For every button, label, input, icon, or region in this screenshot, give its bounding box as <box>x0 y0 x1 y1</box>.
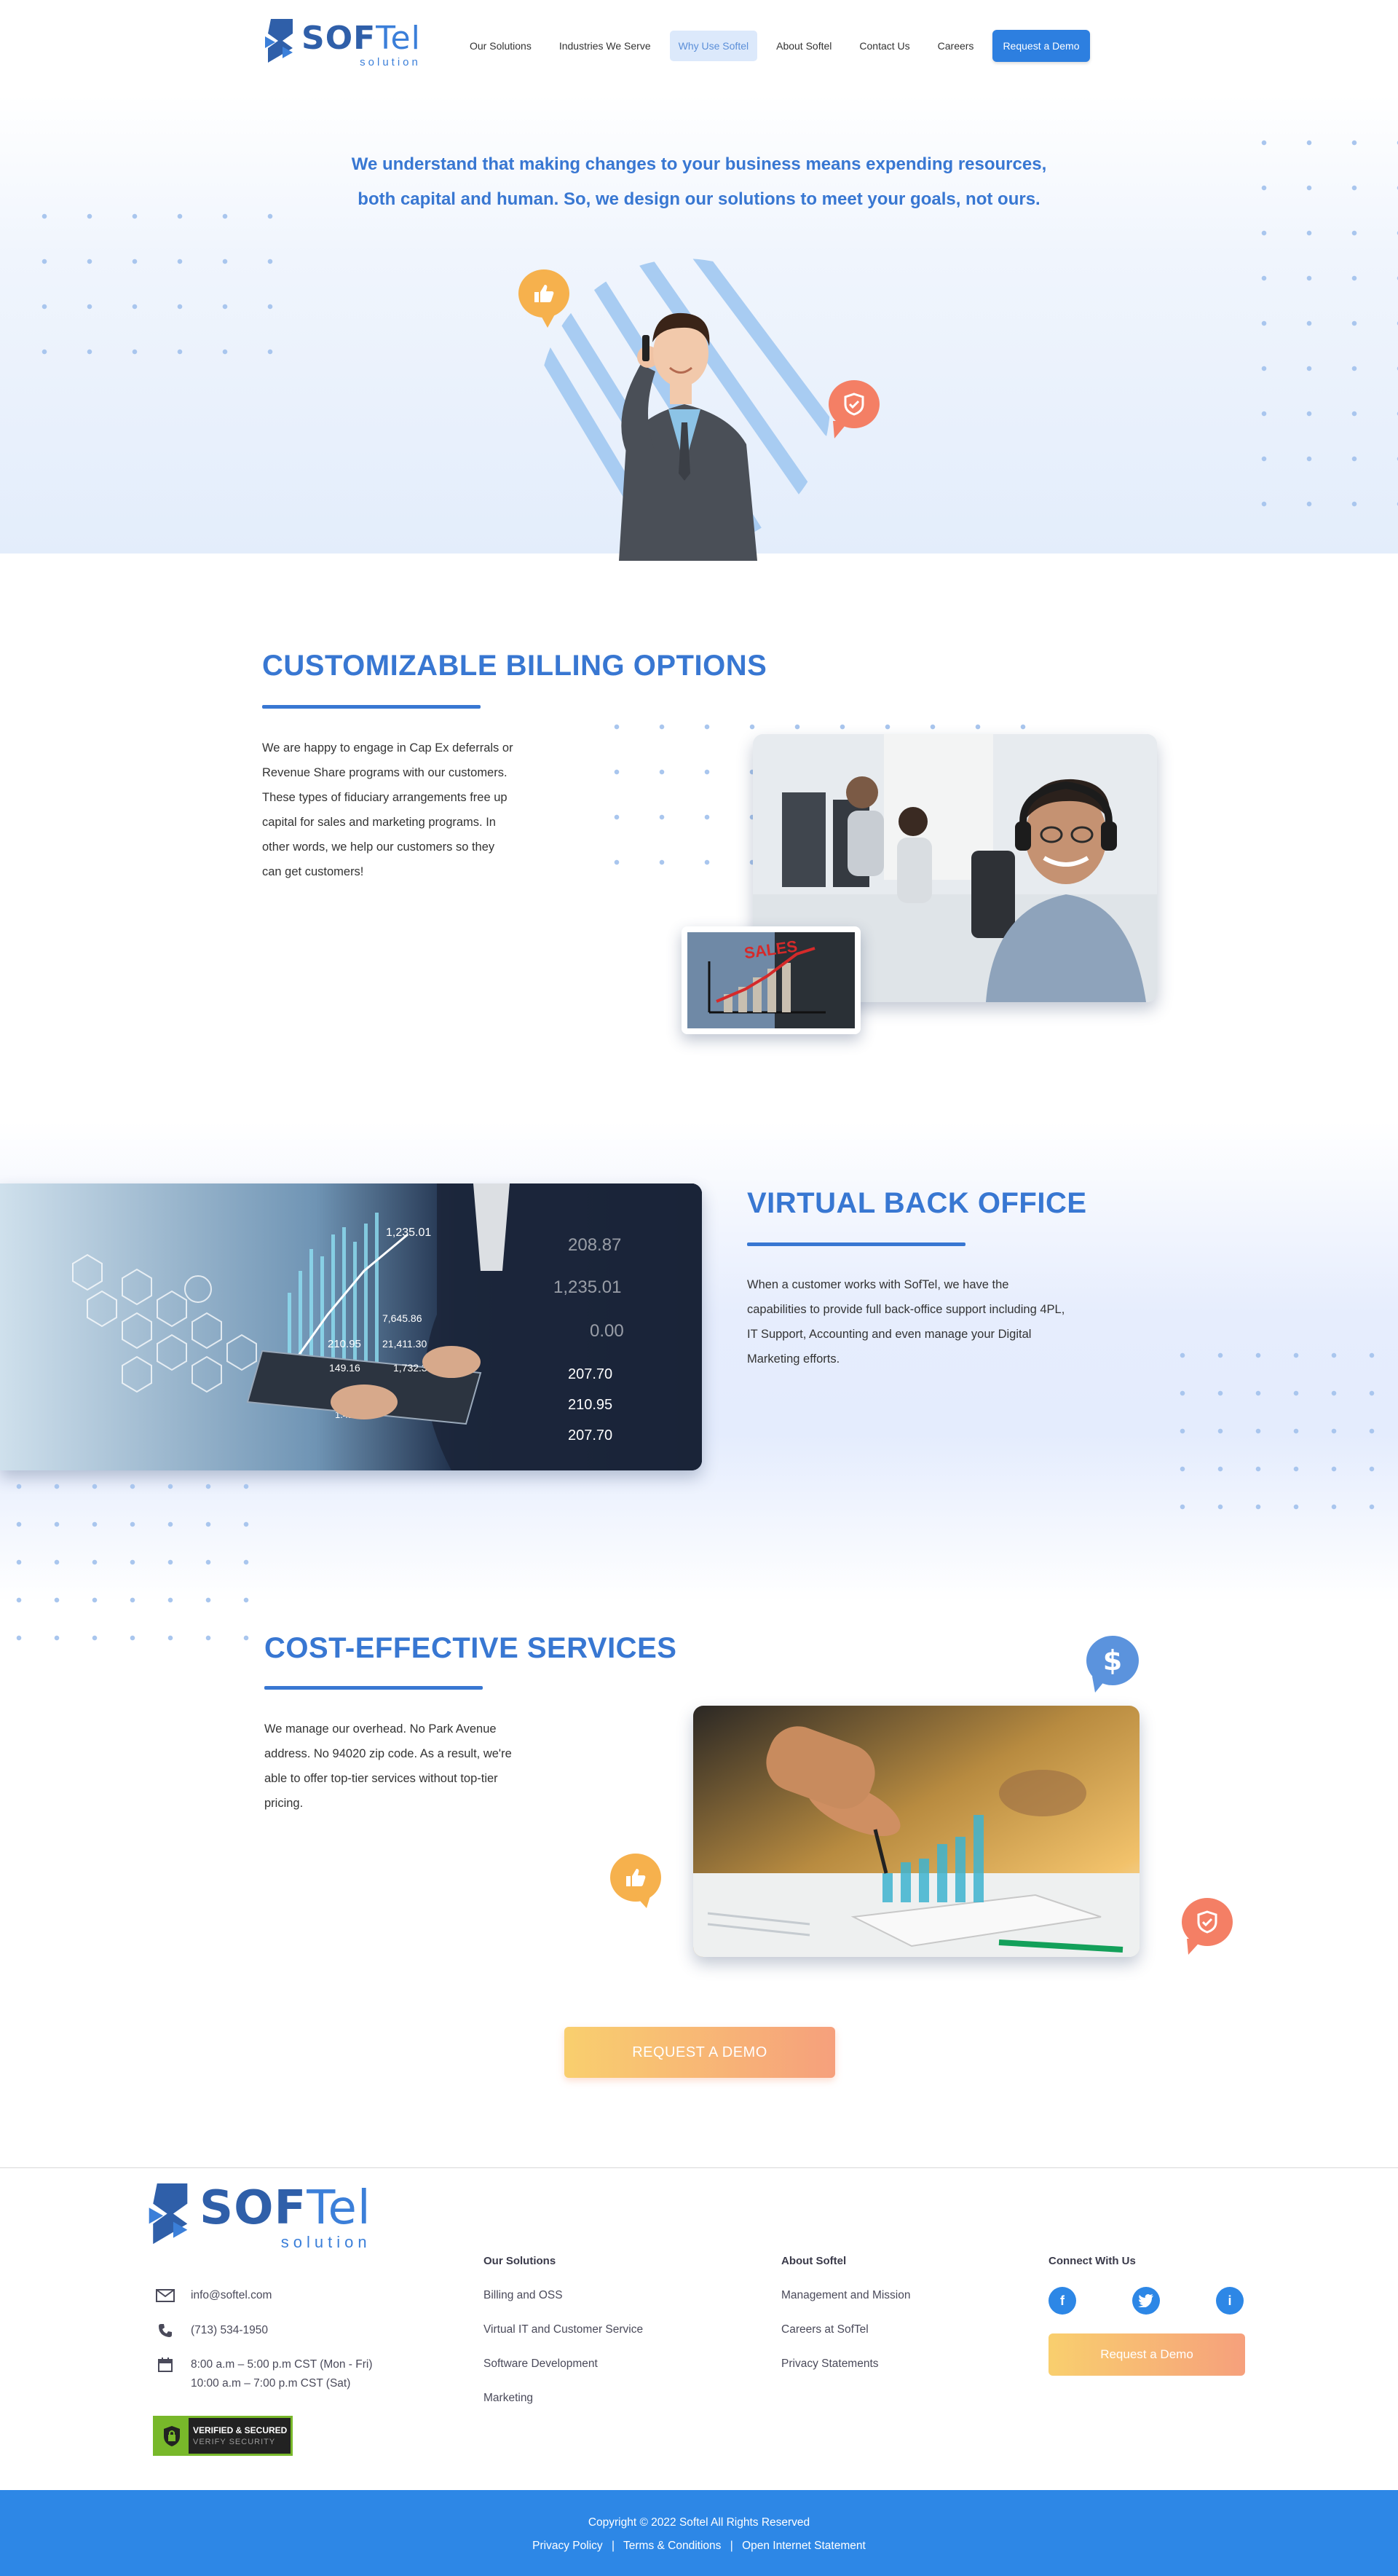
logo-mark-icon <box>149 2183 188 2245</box>
hero-line-2: both capital and human. So, we design ou… <box>358 189 1040 209</box>
footer-link-billing[interactable]: Billing and OSS <box>483 2289 563 2302</box>
phone-text[interactable]: (713) 534-1950 <box>191 2321 268 2340</box>
back-office-title: VIRTUAL BACK OFFICE <box>747 1187 1087 1219</box>
hero-line-1: We understand that making changes to you… <box>351 154 1047 174</box>
screen-number: 149.16 <box>329 1362 360 1374</box>
lock-shield-icon <box>155 2418 189 2454</box>
legal-separator: | <box>611 2540 615 2552</box>
site-header: SOFTel solution Our Solutions Industries… <box>0 0 1398 95</box>
screen-number: 1,235.01 <box>386 1226 431 1239</box>
secure-line-1: VERIFIED & SECURED <box>193 2425 288 2435</box>
logo-word-b: Tel <box>376 20 421 57</box>
main-nav: Our Solutions Industries We Serve Why Us… <box>461 30 1090 62</box>
privacy-policy-link[interactable]: Privacy Policy <box>532 2540 602 2552</box>
hero-dots-left <box>22 194 306 383</box>
request-demo-button[interactable]: REQUEST A DEMO <box>564 2027 835 2078</box>
screen-number: 210.95 <box>568 1397 612 1413</box>
screen-number: 207.70 <box>568 1427 612 1443</box>
contact-email[interactable]: info@softel.com <box>154 2286 272 2305</box>
secure-line-2: VERIFY SECURITY <box>193 2437 276 2446</box>
nav-contact-us[interactable]: Contact Us <box>850 31 918 61</box>
footer-link-marketing[interactable]: Marketing <box>483 2392 533 2405</box>
financial-growth-image <box>693 1706 1140 1957</box>
nav-about-softel[interactable]: About Softel <box>767 31 840 61</box>
footer-connect-title: Connect With Us <box>1048 2255 1136 2267</box>
footer-logo[interactable]: SOFTel solution <box>143 2183 371 2262</box>
screen-number: 210.95 <box>328 1338 361 1350</box>
footer-logo-word-a: SOF <box>200 2181 307 2235</box>
footer-logo-word-b: Tel <box>307 2181 371 2235</box>
logo-mark-icon <box>265 19 293 63</box>
hours-saturday: 10:00 a.m – 7:00 p.m CST (Sat) <box>191 2377 351 2390</box>
copyright-text: Copyright © 2022 Softel All Rights Reser… <box>588 2516 810 2529</box>
footer-link-privacy-statements[interactable]: Privacy Statements <box>781 2358 879 2371</box>
nav-industries[interactable]: Industries We Serve <box>550 31 660 61</box>
contact-phone[interactable]: (713) 534-1950 <box>154 2321 268 2340</box>
billing-underline <box>262 705 481 709</box>
screen-number: 208.87 <box>568 1235 621 1255</box>
billing-title: CUSTOMIZABLE BILLING OPTIONS <box>262 650 767 682</box>
back-office-dots-right <box>1164 1336 1398 1511</box>
request-demo-nav-button[interactable]: Request a Demo <box>992 30 1090 62</box>
cost-title: COST-EFFECTIVE SERVICES <box>264 1632 677 1664</box>
screen-number: 21,411.30 <box>382 1338 427 1350</box>
footer-solutions-title: Our Solutions <box>483 2255 556 2267</box>
nav-careers[interactable]: Careers <box>929 31 983 61</box>
screen-number: 7,645.86 <box>382 1312 422 1324</box>
open-internet-link[interactable]: Open Internet Statement <box>742 2540 866 2552</box>
copyright-bar: Copyright © 2022 Softel All Rights Reser… <box>0 2490 1398 2576</box>
terms-link[interactable]: Terms & Conditions <box>623 2540 721 2552</box>
contact-hours: 8:00 a.m – 5:00 p.m CST (Mon - Fri) 10:0… <box>154 2355 373 2393</box>
facebook-icon[interactable]: f <box>1048 2287 1076 2315</box>
hero-statement: We understand that making changes to you… <box>0 147 1398 217</box>
footer-link-software[interactable]: Software Development <box>483 2358 598 2371</box>
footer-link-careers[interactable]: Careers at SofTel <box>781 2323 869 2336</box>
footer-link-virtual-it[interactable]: Virtual IT and Customer Service <box>483 2323 643 2336</box>
tablet-analytics-image: 1,235.01 208.87 1,235.01 0.00 207.70 210… <box>0 1183 702 1470</box>
sales-chart-inset-image: SALES <box>682 926 861 1034</box>
legal-links: Privacy Policy | Terms & Conditions | Op… <box>0 2540 1398 2553</box>
screen-number: 207.70 <box>568 1366 612 1382</box>
hours-weekday: 8:00 a.m – 5:00 p.m CST (Mon - Fri) <box>191 2358 373 2371</box>
footer-link-management[interactable]: Management and Mission <box>781 2289 911 2302</box>
screen-number: 1,235.01 <box>553 1277 621 1297</box>
back-office-underline <box>747 1242 965 1246</box>
secure-badge[interactable]: VERIFIED & SECURED VERIFY SECURITY <box>153 2416 293 2456</box>
logo-subtitle: solution <box>360 56 421 68</box>
email-text[interactable]: info@softel.com <box>191 2286 272 2305</box>
screen-number: 0.00 <box>590 1321 624 1341</box>
nav-why-use-softel[interactable]: Why Use Softel <box>669 31 758 61</box>
logo-word-a: SOF <box>301 20 376 57</box>
footer-divider <box>0 2167 1398 2168</box>
thumbs-up-icon <box>518 269 569 318</box>
cost-underline <box>264 1686 483 1690</box>
twitter-icon[interactable]: t <box>1132 2287 1160 2315</box>
footer-about-title: About Softel <box>781 2255 847 2267</box>
footer-request-demo-button[interactable]: Request a Demo <box>1048 2333 1245 2376</box>
hero-section: We understand that making changes to you… <box>0 95 1398 561</box>
cost-body: We manage our overhead. No Park Avenue a… <box>264 1722 512 1810</box>
legal-separator: | <box>730 2540 733 2552</box>
header-logo[interactable]: SOFTel solution <box>261 19 421 76</box>
footer-logo-subtitle: solution <box>280 2233 371 2251</box>
back-office-body: When a customer works with SofTel, we ha… <box>747 1278 1065 1366</box>
hero-businessman-image <box>539 259 830 561</box>
calendar-icon <box>154 2355 176 2374</box>
mail-icon <box>154 2286 176 2305</box>
phone-icon <box>154 2321 176 2340</box>
nav-our-solutions[interactable]: Our Solutions <box>461 31 540 61</box>
back-office-dots-left <box>0 1468 255 1650</box>
info-icon[interactable]: i <box>1216 2287 1244 2315</box>
billing-body: We are happy to engage in Cap Ex deferra… <box>262 741 513 878</box>
